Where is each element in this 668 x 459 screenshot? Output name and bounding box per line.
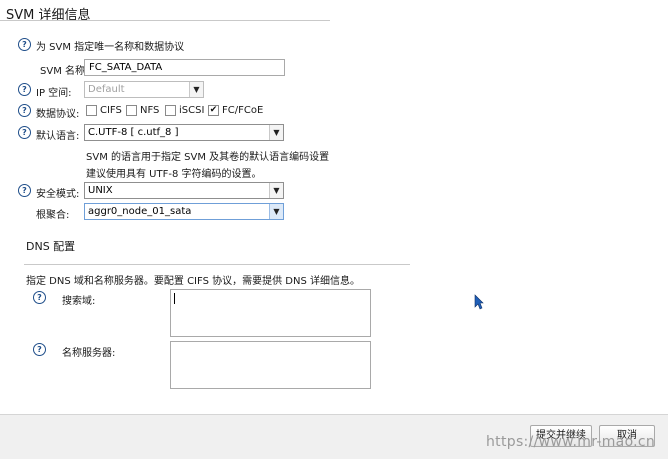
chevron-down-icon[interactable]: ▼ bbox=[269, 125, 283, 140]
chevron-down-icon[interactable]: ▼ bbox=[269, 204, 283, 219]
ipspace-label: IP 空间: bbox=[36, 88, 72, 99]
mouse-cursor-icon bbox=[474, 294, 484, 310]
checkbox-cifs[interactable] bbox=[86, 105, 97, 116]
language-hint-1: SVM 的语言用于指定 SVM 及其卷的默认语言编码设置 bbox=[86, 152, 330, 163]
checkbox-nfs[interactable] bbox=[126, 105, 137, 116]
name-servers-label: 名称服务器: bbox=[62, 348, 116, 359]
title-divider bbox=[0, 20, 330, 21]
language-value: C.UTF-8 [ c.utf_8 ] bbox=[88, 127, 179, 138]
security-value: UNIX bbox=[88, 185, 113, 196]
help-icon[interactable]: ? bbox=[18, 38, 31, 51]
checkbox-fc-fcoe[interactable]: ✔ bbox=[208, 105, 219, 116]
help-icon[interactable]: ? bbox=[18, 126, 31, 139]
protocols-label: 数据协议: bbox=[36, 109, 80, 120]
svm-name-input[interactable]: FC_SATA_DATA bbox=[84, 59, 285, 76]
root-aggr-value: aggr0_node_01_sata bbox=[88, 206, 192, 217]
help-icon[interactable]: ? bbox=[18, 83, 31, 96]
search-domain-label: 搜索域: bbox=[62, 296, 96, 307]
language-hint-2: 建议使用具有 UTF-8 字符编码的设置。 bbox=[86, 169, 262, 180]
help-icon[interactable]: ? bbox=[18, 184, 31, 197]
help-icon[interactable]: ? bbox=[18, 104, 31, 117]
svm-name-label: SVM 名称: bbox=[40, 66, 89, 77]
intro-text: 为 SVM 指定唯一名称和数据协议 bbox=[36, 42, 185, 53]
help-icon[interactable]: ? bbox=[33, 291, 46, 304]
watermark-text: https://www.mr-mao.cn bbox=[486, 434, 656, 450]
ipspace-select[interactable]: Default ▼ bbox=[84, 81, 204, 98]
root-aggr-select[interactable]: aggr0_node_01_sata ▼ bbox=[84, 203, 284, 220]
protocol-fc-label: FC/FCoE bbox=[222, 105, 264, 116]
protocol-nfs-label: NFS bbox=[140, 105, 160, 116]
root-aggr-label: 根聚合: bbox=[36, 210, 70, 221]
protocol-iscsi-label: iSCSI bbox=[179, 105, 205, 116]
chevron-down-icon[interactable]: ▼ bbox=[269, 183, 283, 198]
dns-divider bbox=[24, 264, 410, 265]
checkbox-iscsi[interactable] bbox=[165, 105, 176, 116]
text-caret bbox=[174, 293, 175, 304]
name-servers-textarea[interactable] bbox=[170, 341, 371, 389]
search-domain-textarea[interactable] bbox=[170, 289, 371, 337]
checkmark-icon: ✔ bbox=[209, 105, 218, 115]
dns-section-title: DNS 配置 bbox=[26, 240, 76, 253]
protocol-cifs-label: CIFS bbox=[100, 105, 122, 116]
security-select[interactable]: UNIX ▼ bbox=[84, 182, 284, 199]
language-select[interactable]: C.UTF-8 [ c.utf_8 ] ▼ bbox=[84, 124, 284, 141]
dns-description: 指定 DNS 域和名称服务器。要配置 CIFS 协议，需要提供 DNS 详细信息… bbox=[26, 276, 360, 287]
help-icon[interactable]: ? bbox=[33, 343, 46, 356]
chevron-down-icon[interactable]: ▼ bbox=[189, 82, 203, 97]
ipspace-value: Default bbox=[88, 84, 125, 95]
security-label: 安全模式: bbox=[36, 189, 80, 200]
language-label: 默认语言: bbox=[36, 131, 80, 142]
